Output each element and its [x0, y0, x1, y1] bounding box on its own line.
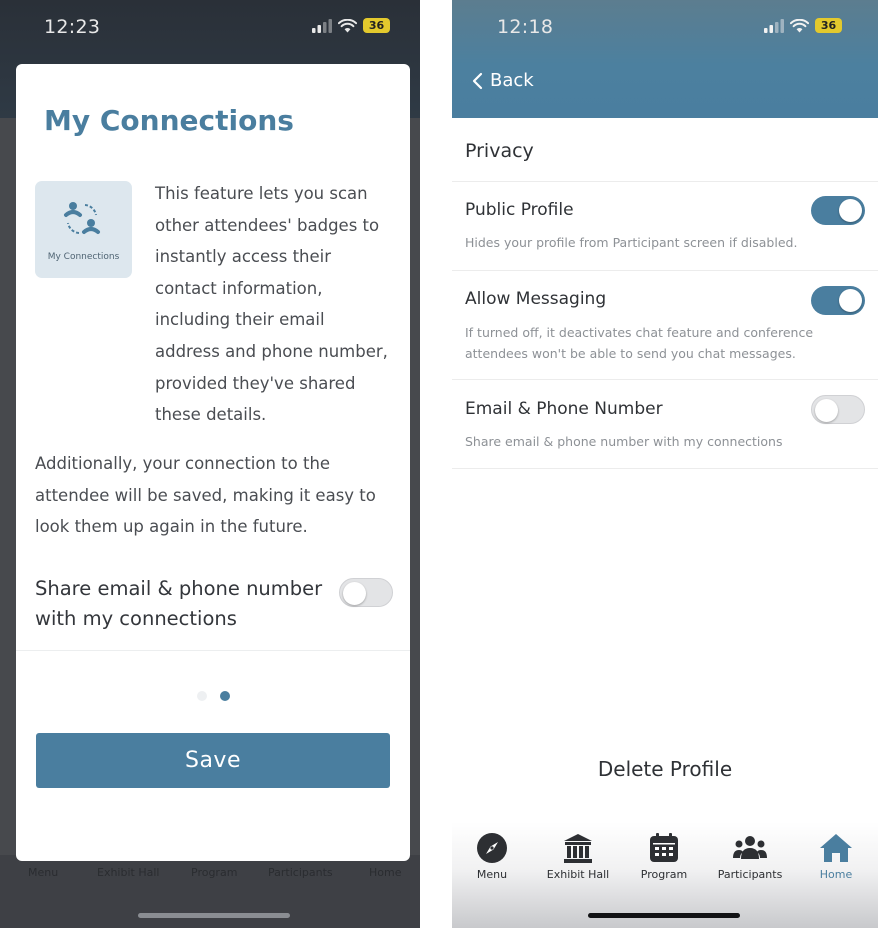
description-line: This feature lets you scan	[155, 184, 368, 203]
tab-label: Participants	[717, 868, 783, 881]
feature-description: This feature lets you scan other attende…	[155, 178, 395, 431]
email-phone-toggle[interactable]	[811, 395, 865, 424]
additional-description: Additionally, your connection to the att…	[35, 448, 385, 543]
public-profile-label: Public Profile	[465, 200, 574, 220]
divider	[452, 468, 878, 469]
bg-tab-menu: Menu	[28, 866, 59, 879]
wifi-icon	[790, 18, 809, 32]
right-phone-screen: 12:18 36 Back Privacy Public Profile Hid…	[452, 0, 878, 928]
description-line: other attendees' badges to	[155, 215, 380, 235]
tab-participants[interactable]: Participants	[710, 832, 790, 881]
calendar-icon	[650, 833, 678, 862]
bottom-tabbar: Menu Exhibit Hall Program Participants H…	[452, 822, 878, 928]
tab-label: Home	[819, 868, 853, 881]
toggle-knob	[839, 289, 862, 312]
divider	[16, 650, 410, 651]
wifi-icon	[338, 18, 357, 32]
status-time: 12:18	[497, 16, 554, 38]
my-connections-tile: My Connections	[35, 181, 132, 278]
battery-icon: 36	[815, 18, 842, 33]
save-button[interactable]: Save	[36, 733, 390, 788]
email-phone-description: Share email & phone number with my conne…	[465, 431, 845, 452]
building-icon	[564, 834, 592, 863]
my-connections-modal: My Connections My Connections This featu…	[16, 64, 410, 861]
description-line: including their email	[155, 310, 325, 330]
tab-home[interactable]: Home	[796, 832, 876, 881]
battery-level: 36	[820, 19, 837, 32]
back-button[interactable]: Back	[472, 70, 534, 91]
status-bar: 12:23 36	[0, 14, 420, 40]
section-title: Privacy	[465, 140, 534, 162]
tab-label: Program	[640, 868, 688, 881]
tab-label: Exhibit Hall	[546, 868, 610, 881]
allow-messaging-description: If turned off, it deactivates chat featu…	[465, 322, 845, 364]
modal-title: My Connections	[44, 104, 294, 137]
share-label-line: with my connections	[35, 607, 237, 630]
share-contact-toggle[interactable]	[339, 578, 393, 607]
divider	[452, 181, 878, 182]
divider	[452, 379, 878, 380]
description-line: Share email & phone number with my conne…	[465, 434, 783, 449]
cellular-signal-icon	[764, 18, 784, 33]
share-contact-label: Share email & phone number with my conne…	[35, 574, 335, 634]
additional-line: Additionally, your connection to the	[35, 454, 331, 473]
left-phone-screen: 12:23 36 Menu Exhibit Hall Program Parti…	[0, 0, 420, 928]
additional-line: look them up again in the future.	[35, 517, 308, 537]
battery-level: 36	[368, 19, 385, 32]
bg-tab-home: Home	[369, 866, 402, 879]
description-line: contact information,	[155, 278, 323, 298]
pager-dot-inactive[interactable]	[197, 691, 207, 701]
pager-dot-active[interactable]	[220, 691, 230, 701]
home-indicator[interactable]	[138, 913, 290, 918]
bg-tab-participants: Participants	[268, 866, 333, 879]
bg-tab-program: Program	[191, 866, 238, 879]
home-icon	[820, 834, 852, 862]
divider	[452, 270, 878, 271]
toggle-knob	[839, 199, 862, 222]
toggle-knob	[343, 582, 366, 605]
tile-label: My Connections	[47, 252, 120, 262]
description-line: If turned off, it deactivates chat featu…	[465, 325, 814, 340]
status-time: 12:23	[44, 16, 101, 38]
connections-icon	[64, 202, 100, 234]
tab-program[interactable]: Program	[624, 832, 704, 881]
nav-header: 12:18 36 Back	[452, 0, 878, 118]
public-profile-description: Hides your profile from Participant scre…	[465, 232, 845, 253]
email-phone-label: Email & Phone Number	[465, 399, 663, 419]
description-line: address and phone number,	[155, 341, 388, 361]
compass-icon	[477, 833, 507, 863]
description-line: Hides your profile from Participant scre…	[465, 235, 798, 250]
description-line: provided they've shared	[155, 373, 356, 393]
toggle-knob	[815, 399, 838, 422]
back-label: Back	[490, 70, 534, 91]
bg-tab-exhibit-hall: Exhibit Hall	[97, 866, 160, 879]
tab-exhibit-hall[interactable]: Exhibit Hall	[538, 832, 618, 881]
description-line: instantly access their	[155, 247, 332, 267]
additional-line: attendee will be saved, making it easy t…	[35, 485, 376, 505]
battery-icon: 36	[363, 18, 390, 33]
description-line: attendees won't be able to send you chat…	[465, 346, 796, 361]
share-label-line: Share email & phone number	[35, 577, 323, 600]
status-bar: 12:18 36	[452, 14, 878, 40]
status-icons: 36	[764, 18, 842, 33]
allow-messaging-toggle[interactable]	[811, 286, 865, 315]
allow-messaging-label: Allow Messaging	[465, 289, 607, 309]
public-profile-toggle[interactable]	[811, 196, 865, 225]
people-icon	[733, 836, 767, 859]
delete-profile-button[interactable]: Delete Profile	[452, 757, 878, 781]
description-line: these details.	[155, 405, 267, 425]
tab-menu[interactable]: Menu	[452, 832, 532, 881]
status-icons: 36	[312, 18, 390, 33]
home-indicator[interactable]	[588, 913, 740, 918]
tab-label: Menu	[476, 868, 508, 881]
chevron-left-icon	[472, 72, 483, 89]
cellular-signal-icon	[312, 18, 332, 33]
